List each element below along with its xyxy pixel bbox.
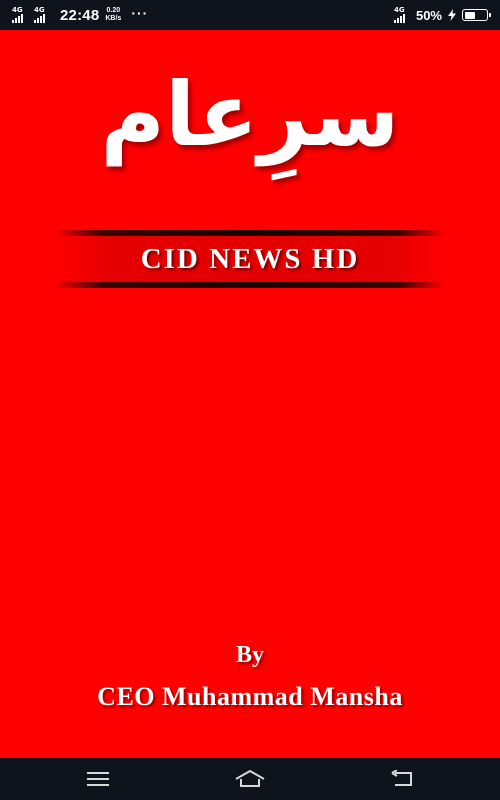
signal-icon: 4G xyxy=(393,6,410,24)
clock: 22:48 xyxy=(60,6,100,24)
network-speed: 0.20 KB/s xyxy=(105,7,121,23)
more-icon: ··· xyxy=(131,5,149,21)
charging-icon xyxy=(448,6,456,25)
splash-screen: سرِعام CID NEWS HD By CEO Muhammad Mansh… xyxy=(0,30,500,758)
recent-apps-button[interactable] xyxy=(68,758,128,800)
network-type-1: 4G xyxy=(12,6,23,14)
credit-author-name: CEO Muhammad Mansha xyxy=(97,682,403,711)
back-icon xyxy=(389,770,415,788)
credit-by-label: By xyxy=(235,642,264,668)
app-logo-urdu: سرِعام xyxy=(100,63,400,166)
home-button[interactable] xyxy=(220,758,280,800)
network-type-3: 4G xyxy=(393,6,405,14)
back-button[interactable] xyxy=(372,758,432,800)
network-type-2: 4G xyxy=(34,6,45,14)
battery-fill xyxy=(464,11,475,19)
signal-icon: 4G xyxy=(34,6,50,24)
battery-icon xyxy=(462,9,491,21)
network-speed-unit: KB/s xyxy=(105,15,122,22)
menu-icon xyxy=(86,771,110,787)
navigation-bar xyxy=(0,758,500,800)
app-title: CID NEWS HD xyxy=(140,242,360,275)
status-bar-left: 4G 4G 22:48 0.20 KB/s ··· xyxy=(12,0,148,30)
network-speed-value: 0.20 xyxy=(106,7,121,14)
title-banner: CID NEWS HD xyxy=(55,230,445,290)
signal-icon: 4G xyxy=(12,6,28,24)
status-bar-right: 4G 50% xyxy=(393,0,491,30)
banner-bottom-rule xyxy=(55,282,445,288)
home-icon xyxy=(233,769,267,789)
status-bar: 4G 4G 22:48 0.20 KB/s ··· 4G 50% xyxy=(0,0,500,30)
battery-percent: 50% xyxy=(415,7,442,23)
